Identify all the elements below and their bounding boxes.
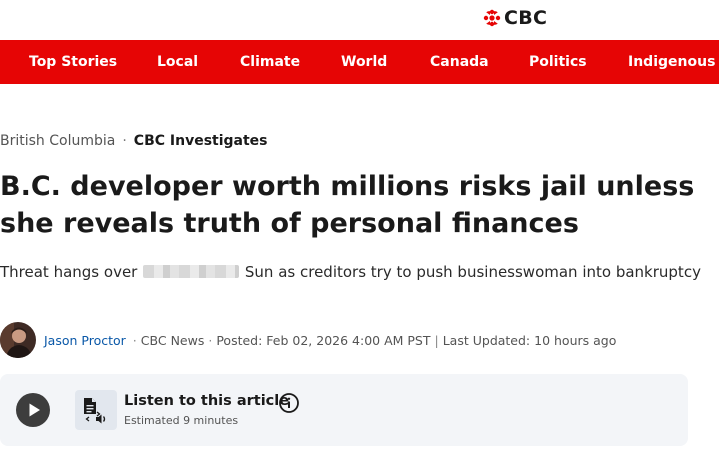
nav-item-politics[interactable]: Politics <box>529 40 587 84</box>
author-link[interactable]: Jason Proctor <box>44 333 126 348</box>
info-button[interactable] <box>278 392 300 414</box>
breadcrumb-section[interactable]: British Columbia <box>0 133 115 149</box>
nav-item-world[interactable]: World <box>341 40 387 84</box>
top-bar: CBC <box>0 0 719 40</box>
listen-title: Listen to this article <box>124 393 290 409</box>
nav-item-top-stories[interactable]: Top Stories <box>29 40 117 84</box>
meta-separator: · <box>208 332 213 348</box>
redacted-name <box>143 265 240 278</box>
listen-to-article-panel: Listen to this article Estimated 9 minut… <box>0 374 688 446</box>
nav-item-canada[interactable]: Canada <box>430 40 489 84</box>
play-button[interactable] <box>16 393 50 427</box>
breadcrumb-separator: · <box>122 133 127 149</box>
article-headline: B.C. developer worth millions risks jail… <box>0 171 695 239</box>
author-avatar[interactable] <box>0 322 36 358</box>
breadcrumb: British Columbia · CBC Investigates <box>0 133 268 149</box>
deck-text-end: Sun as creditors try to push businesswom… <box>244 263 701 281</box>
article-deck: Threat hangs over Sun as creditors try t… <box>0 261 715 284</box>
nav-item-climate[interactable]: Climate <box>240 40 300 84</box>
byline: Jason Proctor · CBC News · Posted: Feb 0… <box>0 322 616 358</box>
logo-text: CBC <box>504 7 548 29</box>
cbc-gem-icon <box>483 9 501 27</box>
source-label: CBC News <box>140 332 205 348</box>
posted-date: Posted: Feb 02, 2026 4:00 AM PST <box>216 332 431 348</box>
nav-item-indigenous[interactable]: Indigenous <box>628 40 715 84</box>
meta-separator: · <box>132 332 137 348</box>
main-navigation: Top Stories Local Climate World Canada P… <box>0 40 719 84</box>
cbc-logo[interactable]: CBC <box>483 7 547 29</box>
meta-divider: | <box>434 332 439 348</box>
breadcrumb-subsection[interactable]: CBC Investigates <box>134 133 268 149</box>
deck-text-start: Threat hangs over <box>0 263 138 281</box>
play-icon <box>29 403 40 417</box>
info-icon <box>279 393 299 413</box>
listen-estimate: Estimated 9 minutes <box>124 414 239 427</box>
text-to-speech-badge <box>75 390 117 430</box>
text-to-speech-icon <box>84 398 106 424</box>
nav-item-local[interactable]: Local <box>157 40 198 84</box>
last-updated: Last Updated: 10 hours ago <box>442 332 617 348</box>
